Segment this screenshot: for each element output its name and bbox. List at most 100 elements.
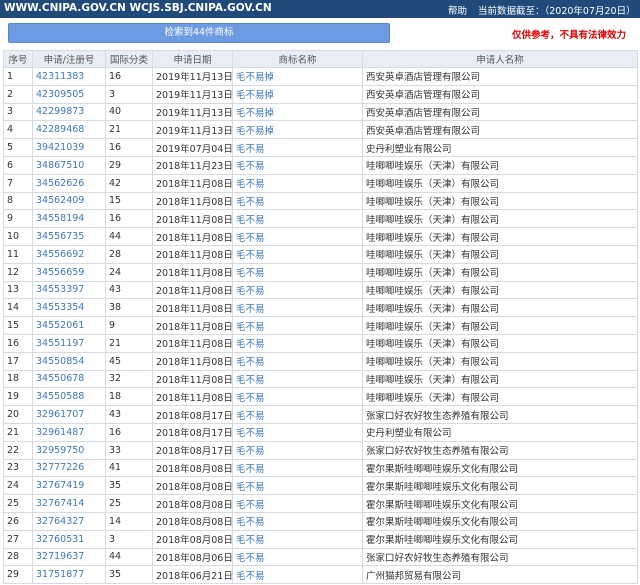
- reg-number-link[interactable]: 34550678: [36, 373, 84, 384]
- reg-number-link[interactable]: 34562626: [36, 178, 84, 189]
- trademark-name-link[interactable]: 毛不易: [236, 517, 265, 528]
- table-row: 11 34556692 28 2018年11月08日 毛不易 哇唧唧哇娱乐（天津）有限公司: [3, 244, 638, 264]
- reg-number-cell: 42289468: [32, 120, 106, 140]
- trademark-name-link[interactable]: 毛不易: [236, 197, 265, 208]
- trademark-name-link[interactable]: 毛不易: [236, 375, 265, 386]
- row-index: 17: [3, 351, 33, 371]
- class-cell: 21: [105, 120, 153, 140]
- trademark-name-cell: 毛不易: [232, 262, 363, 282]
- reg-number-cell: 34553354: [32, 298, 106, 318]
- reg-number-link[interactable]: 42309505: [36, 89, 84, 100]
- trademark-name-link[interactable]: 毛不易: [236, 144, 265, 155]
- row-index: 28: [3, 547, 33, 567]
- trademark-name-cell: 毛不易掉: [232, 120, 363, 140]
- reg-number-link[interactable]: 32719637: [36, 551, 84, 562]
- applicant-cell: 张家口好农好牧生态养殖有限公司: [362, 405, 638, 424]
- trademark-name-link[interactable]: 毛不易: [236, 535, 265, 546]
- reg-number-cell: 31751877: [32, 565, 106, 585]
- table-row: 13 34553397 43 2018年11月08日 毛不易 哇唧唧哇娱乐（天津）有限公司: [3, 280, 638, 300]
- date-cell: 2018年11月08日: [152, 191, 233, 211]
- reg-number-cell: 32760531: [32, 529, 106, 549]
- trademark-name-link[interactable]: 毛不易: [236, 553, 265, 564]
- reg-number-link[interactable]: 34562409: [36, 195, 84, 206]
- trademark-name-link[interactable]: 毛不易: [236, 233, 265, 244]
- trademark-name-link[interactable]: 毛不易: [236, 357, 265, 368]
- applicant-cell: 哇唧唧哇娱乐（天津）有限公司: [362, 387, 638, 407]
- applicant-cell: 哇唧唧哇娱乐（天津）有限公司: [362, 316, 638, 335]
- trademark-name-link[interactable]: 毛不易: [236, 161, 265, 172]
- reg-number-cell: 34552061: [32, 316, 106, 335]
- class-cell: 42: [105, 173, 153, 193]
- trademark-name-cell: 毛不易: [232, 138, 363, 157]
- trademark-name-cell: 毛不易: [232, 333, 363, 353]
- reg-number-link[interactable]: 34558194: [36, 213, 84, 224]
- trademark-name-cell: 毛不易: [232, 173, 363, 193]
- applicant-cell: 哇唧唧哇娱乐（天津）有限公司: [362, 298, 638, 318]
- reg-number-link[interactable]: 34867510: [36, 160, 84, 171]
- trademark-name-link[interactable]: 毛不易: [236, 286, 265, 297]
- trademark-name-link[interactable]: 毛不易: [236, 339, 265, 350]
- trademark-name-link[interactable]: 毛不易掉: [236, 108, 274, 119]
- search-result-button[interactable]: 检索到44件商标: [8, 23, 390, 43]
- header-applicant: 申请人名称: [362, 50, 638, 68]
- trademark-name-link[interactable]: 毛不易掉: [236, 72, 274, 83]
- table-row: 19 34550588 18 2018年11月08日 毛不易 哇唧唧哇娱乐（天津）有限公司: [3, 387, 638, 407]
- help-link[interactable]: 帮助: [448, 3, 467, 17]
- reg-number-link[interactable]: 32767414: [36, 498, 84, 509]
- trademark-name-link[interactable]: 毛不易: [236, 411, 265, 422]
- row-index: 13: [3, 280, 33, 300]
- date-cell: 2018年08月17日: [152, 422, 233, 442]
- trademark-name-link[interactable]: 毛不易掉: [236, 126, 274, 137]
- reg-number-link[interactable]: 32764327: [36, 516, 84, 527]
- reg-number-link[interactable]: 34556735: [36, 231, 84, 242]
- disclaimer: 仅供参考，不具有法律效力: [512, 30, 627, 41]
- applicant-cell: 哇唧唧哇娱乐（天津）有限公司: [362, 244, 638, 264]
- reg-number-link[interactable]: 32961707: [36, 409, 84, 420]
- reg-number-link[interactable]: 34551197: [36, 338, 84, 349]
- reg-number-link[interactable]: 31751877: [36, 569, 84, 580]
- reg-number-cell: 42299873: [32, 102, 106, 122]
- trademark-name-link[interactable]: 毛不易: [236, 500, 265, 511]
- reg-number-link[interactable]: 34550854: [36, 356, 84, 367]
- reg-number-link[interactable]: 34556692: [36, 249, 84, 260]
- reg-number-link[interactable]: 32760531: [36, 534, 84, 545]
- reg-number-link[interactable]: 39421039: [36, 142, 84, 153]
- trademark-name-link[interactable]: 毛不易: [236, 464, 265, 475]
- date-cell: 2018年11月08日: [152, 262, 233, 282]
- reg-number-link[interactable]: 34552061: [36, 320, 84, 331]
- applicant-cell: 西安英卓酒店管理有限公司: [362, 120, 638, 140]
- reg-number-link[interactable]: 34553354: [36, 302, 84, 313]
- trademark-name-link[interactable]: 毛不易: [236, 322, 265, 333]
- trademark-name-link[interactable]: 毛不易: [236, 304, 265, 315]
- reg-number-link[interactable]: 42311383: [36, 71, 84, 82]
- reg-number-link[interactable]: 42299873: [36, 106, 84, 117]
- trademark-name-link[interactable]: 毛不易: [236, 482, 265, 493]
- table-row: 25 32767414 25 2018年08月08日 毛不易 霍尔果斯哇唧唧哇娱乐文化有限…: [3, 494, 638, 513]
- trademark-name-link[interactable]: 毛不易: [236, 215, 265, 226]
- row-index: 15: [3, 316, 33, 335]
- date-cell: 2019年11月13日: [152, 120, 233, 140]
- table-row: 9 34558194 16 2018年11月08日 毛不易 哇唧唧哇娱乐（天津）有限公司: [3, 209, 638, 229]
- trademark-name-link[interactable]: 毛不易: [236, 393, 265, 404]
- trademark-name-link[interactable]: 毛不易: [236, 250, 265, 261]
- trademark-name-link[interactable]: 毛不易: [236, 268, 265, 279]
- trademark-name-cell: 毛不易: [232, 494, 363, 513]
- trademark-name-link[interactable]: 毛不易: [236, 428, 265, 439]
- trademark-name-link[interactable]: 毛不易: [236, 446, 265, 457]
- reg-number-link[interactable]: 34553397: [36, 284, 84, 295]
- trademark-name-cell: 毛不易: [232, 405, 363, 424]
- reg-number-link[interactable]: 32961487: [36, 427, 84, 438]
- trademark-name-link[interactable]: 毛不易: [236, 179, 265, 190]
- header-index: 序号: [3, 50, 33, 68]
- trademark-name-cell: 毛不易: [232, 476, 363, 496]
- reg-number-link[interactable]: 42289468: [36, 124, 84, 135]
- trademark-name-link[interactable]: 毛不易掉: [236, 90, 274, 101]
- reg-number-link[interactable]: 34556659: [36, 267, 84, 278]
- reg-number-link[interactable]: 34550588: [36, 391, 84, 402]
- trademark-name-link[interactable]: 毛不易: [236, 571, 265, 582]
- reg-number-link[interactable]: 32777226: [36, 462, 84, 473]
- reg-number-link[interactable]: 32767419: [36, 480, 84, 491]
- table-row: 26 32764327 14 2018年08月08日 毛不易 霍尔果斯哇唧唧哇娱乐文化有限…: [3, 511, 638, 531]
- date-cell: 2018年08月08日: [152, 494, 233, 513]
- reg-number-link[interactable]: 32959750: [36, 445, 84, 456]
